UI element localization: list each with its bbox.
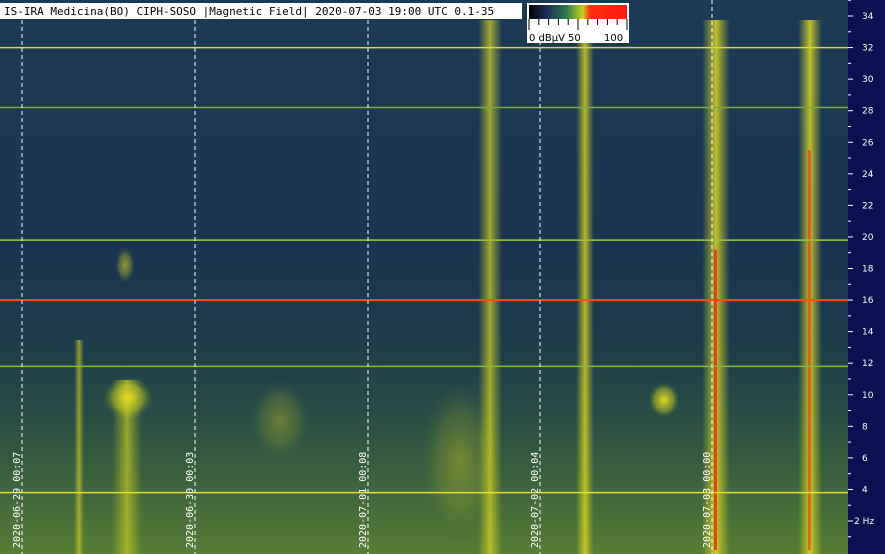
- signal-blob-2: [648, 382, 680, 418]
- y-tick-label: 24: [862, 170, 874, 180]
- colorbar-label-mid: 50: [568, 33, 581, 44]
- y-tick-label: 26: [862, 138, 874, 148]
- chart-title: IS-IRA Medicina(BO) CIPH-SOSO |Magnetic …: [4, 5, 494, 18]
- time-label: 2020-07-01 00:08: [358, 452, 369, 548]
- y-tick-label: 10: [862, 391, 874, 401]
- burst-band-2: [576, 20, 594, 554]
- y-tick-label: 2 Hz: [854, 517, 874, 527]
- time-label: 2020-06-29 00:07: [12, 452, 23, 548]
- y-tick-label: 8: [862, 422, 868, 432]
- y-tick-label: 32: [862, 44, 873, 54]
- y-tick-label: 30: [862, 75, 874, 85]
- spectrogram-chart: 2020-06-29 00:07 2020-06-30 00:03 2020-0…: [0, 0, 885, 554]
- y-tick-label: 12: [862, 359, 873, 369]
- burst-red-1: [714, 250, 717, 550]
- signal-blob-3: [115, 247, 135, 283]
- y-tick-label: 28: [862, 107, 874, 117]
- colorbar-legend: 0 dBµV 50 100: [527, 3, 629, 44]
- time-label: 2020-07-02 00:04: [530, 452, 541, 548]
- y-tick-label: 22: [862, 201, 873, 211]
- y-tick-label: 34: [862, 12, 874, 22]
- burst-red-2: [808, 150, 811, 550]
- time-label: 2020-07-03 00:00: [702, 452, 713, 548]
- burst-band-6: [74, 340, 84, 554]
- y-tick-label: 6: [862, 454, 868, 464]
- colorbar-gradient: [529, 5, 627, 19]
- y-tick-label: 18: [862, 265, 874, 275]
- colorbar-label-max: 100: [604, 33, 623, 44]
- y-tick-label: 14: [862, 328, 874, 338]
- burst-band-5: [112, 380, 142, 554]
- y-tick-label: 4: [862, 485, 868, 495]
- signal-blob-4: [250, 380, 310, 460]
- y-tick-label: 20: [862, 233, 874, 243]
- time-label: 2020-06-30 00:03: [185, 452, 196, 548]
- colorbar-label-min: 0 dBµV: [529, 33, 565, 44]
- burst-band-1: [478, 20, 502, 554]
- y-tick-label: 16: [862, 296, 874, 306]
